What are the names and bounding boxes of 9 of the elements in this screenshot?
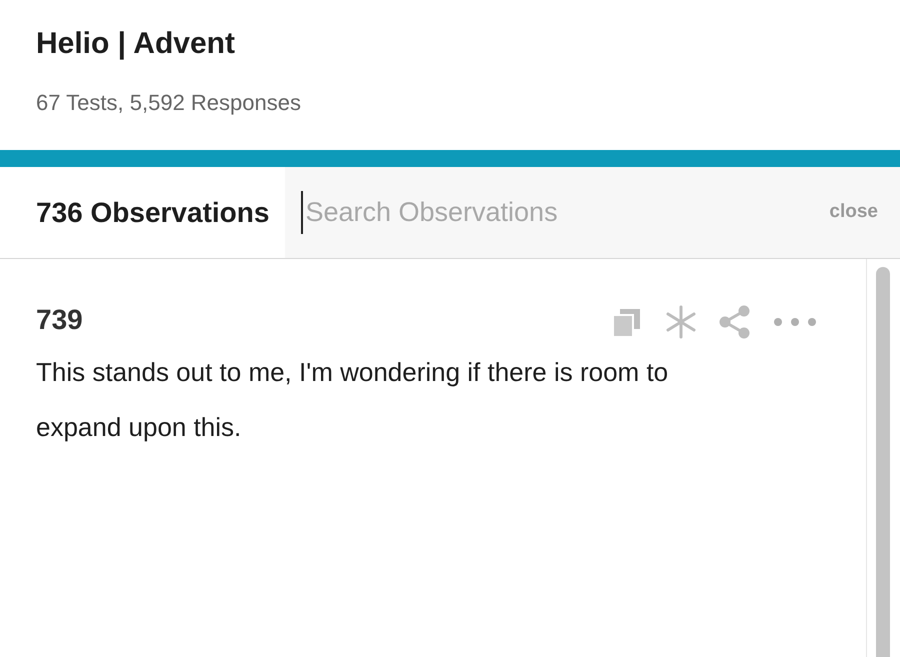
observation-number: 739 [36,303,83,337]
project-stats: 67 Tests, 5,592 Responses [36,89,302,117]
observation-count: 736 Observations [35,196,270,230]
search-field[interactable]: Search Observations [301,191,830,234]
project-title: Helio | Advent [36,26,236,62]
close-button[interactable]: close [829,198,878,227]
observation-text: This stands out to me, I'm wondering if there is room to expand upon this. [36,356,670,444]
scrollbar[interactable] [876,267,890,657]
search-bar[interactable]: Search Observations close [285,167,900,258]
